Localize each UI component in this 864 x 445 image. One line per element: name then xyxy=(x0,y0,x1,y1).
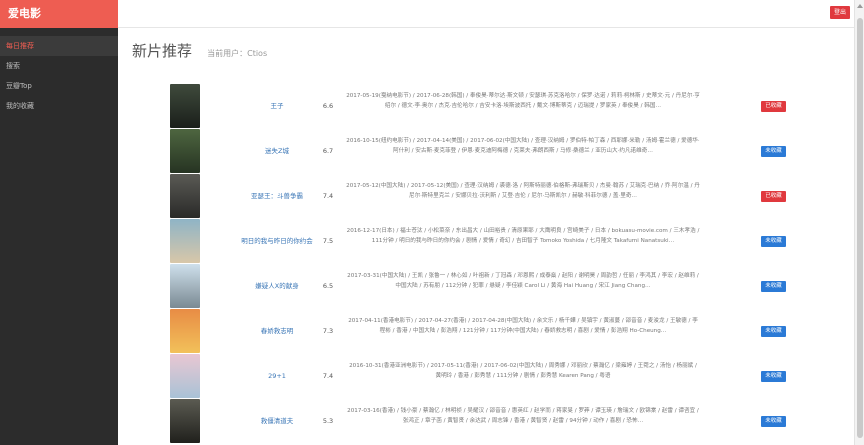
movie-poster[interactable] xyxy=(170,174,200,218)
movie-meta: 2017-04-11(香港电影节) / 2017-04-27(香港) / 201… xyxy=(348,318,698,334)
movie-title-link[interactable]: 救僵清道夫 xyxy=(230,399,324,443)
movie-rating: 6.7 xyxy=(322,147,334,155)
scrollbar[interactable] xyxy=(854,0,864,445)
movie-rating: 7.4 xyxy=(322,372,334,380)
sidebar-item-douban-top[interactable]: 豆瓣Top xyxy=(0,76,118,96)
sidebar-item-search[interactable]: 搜索 xyxy=(0,56,118,76)
movie-meta: 2017-03-16(香港) / 钱小豪 / 蔡瀚亿 / 林明祯 / 吴耀汉 /… xyxy=(347,408,699,424)
movie-rating: 7.5 xyxy=(322,237,334,245)
movie-row: 29+1 7.4 2016-10-31(香港亚洲电影节) / 2017-05-1… xyxy=(118,354,854,399)
movie-rating: 7.4 xyxy=(322,192,334,200)
favorite-button[interactable]: 未收藏 xyxy=(761,371,786,382)
favorite-button[interactable]: 未收藏 xyxy=(761,416,786,427)
movie-title-link[interactable]: 迷失Z城 xyxy=(230,129,324,173)
current-user-name: Ctios xyxy=(247,49,268,58)
movie-rating: 6.5 xyxy=(322,282,334,290)
movie-list: 王子 6.6 2017-05-19(戛纳电影节) / 2017-06-28(韩国… xyxy=(118,84,854,444)
favorite-button[interactable]: 未收藏 xyxy=(761,236,786,247)
movie-row: 迷失Z城 6.7 2016-10-15(纽约电影节) / 2017-04-14(… xyxy=(118,129,854,174)
movie-meta: 2017-05-19(戛纳电影节) / 2017-06-28(韩国) / 奉俊昊… xyxy=(346,93,700,109)
favorite-button[interactable]: 未收藏 xyxy=(761,281,786,292)
main-content: 新片推荐 当前用户：Ctios 王子 6.6 2017-05-19(戛纳电影节)… xyxy=(118,28,854,445)
movie-rating: 6.6 xyxy=(322,102,334,110)
movie-meta: 2017-03-31(中国大陆) / 王凯 / 张鲁一 / 林心如 / 叶祖新 … xyxy=(347,273,699,289)
movie-rating: 5.3 xyxy=(322,417,334,425)
movie-meta: 2016-12-17(日本) / 福士苍汰 / 小松菜奈 / 东出昌大 / 山田… xyxy=(346,228,700,244)
movie-row: 嫌疑人X的献身 6.5 2017-03-31(中国大陆) / 王凯 / 张鲁一 … xyxy=(118,264,854,309)
movie-poster[interactable] xyxy=(170,84,200,128)
movie-title-link[interactable]: 29+1 xyxy=(230,354,324,398)
movie-meta: 2016-10-15(纽约电影节) / 2017-04-14(美国) / 201… xyxy=(346,138,700,154)
favorite-button[interactable]: 已收藏 xyxy=(761,101,786,112)
movie-poster[interactable] xyxy=(170,129,200,173)
movie-row: 春娇救志明 7.3 2017-04-11(香港电影节) / 2017-04-27… xyxy=(118,309,854,354)
movie-rating: 7.3 xyxy=(322,327,334,335)
current-user: 当前用户：Ctios xyxy=(207,48,267,59)
page-title: 新片推荐 xyxy=(132,42,193,60)
page-header: 新片推荐 当前用户：Ctios xyxy=(132,40,267,64)
movie-poster[interactable] xyxy=(170,354,200,398)
app-brand[interactable]: 爱电影 xyxy=(0,0,118,28)
movie-poster[interactable] xyxy=(170,264,200,308)
favorite-button[interactable]: 未收藏 xyxy=(761,326,786,337)
movie-title-link[interactable]: 亚瑟王：斗兽争霸 xyxy=(230,174,324,218)
movie-title-link[interactable]: 王子 xyxy=(230,84,324,128)
sidebar: 爱电影 每日推荐 搜索 豆瓣Top 我的收藏 xyxy=(0,0,118,445)
movie-row: 亚瑟王：斗兽争霸 7.4 2017-05-12(中国大陆) / 2017-05-… xyxy=(118,174,854,219)
movie-poster[interactable] xyxy=(170,309,200,353)
scroll-up-icon[interactable] xyxy=(857,4,863,8)
movie-title-link[interactable]: 嫌疑人X的献身 xyxy=(230,264,324,308)
sidebar-item-favorites[interactable]: 我的收藏 xyxy=(0,96,118,116)
movie-meta: 2016-10-31(香港亚洲电影节) / 2017-05-11(香港) / 2… xyxy=(349,363,697,379)
top-bar: 登出 xyxy=(118,0,854,28)
scroll-thumb[interactable] xyxy=(857,18,863,438)
movie-row: 明日的我与昨日的你约会 7.5 2016-12-17(日本) / 福士苍汰 / … xyxy=(118,219,854,264)
movie-row: 王子 6.6 2017-05-19(戛纳电影节) / 2017-06-28(韩国… xyxy=(118,84,854,129)
movie-meta: 2017-05-12(中国大陆) / 2017-05-12(美国) / 查理·汉… xyxy=(346,183,700,199)
movie-row: 救僵清道夫 5.3 2017-03-16(香港) / 钱小豪 / 蔡瀚亿 / 林… xyxy=(118,399,854,444)
favorite-button[interactable]: 未收藏 xyxy=(761,146,786,157)
movie-title-link[interactable]: 明日的我与昨日的你约会 xyxy=(230,219,324,263)
sidebar-nav: 每日推荐 搜索 豆瓣Top 我的收藏 xyxy=(0,36,118,116)
favorite-button[interactable]: 已收藏 xyxy=(761,191,786,202)
movie-poster[interactable] xyxy=(170,399,200,443)
current-user-prefix: 当前用户： xyxy=(207,49,248,58)
movie-poster[interactable] xyxy=(170,219,200,263)
sidebar-item-daily[interactable]: 每日推荐 xyxy=(0,36,118,56)
logout-button[interactable]: 登出 xyxy=(830,6,850,19)
movie-title-link[interactable]: 春娇救志明 xyxy=(230,309,324,353)
